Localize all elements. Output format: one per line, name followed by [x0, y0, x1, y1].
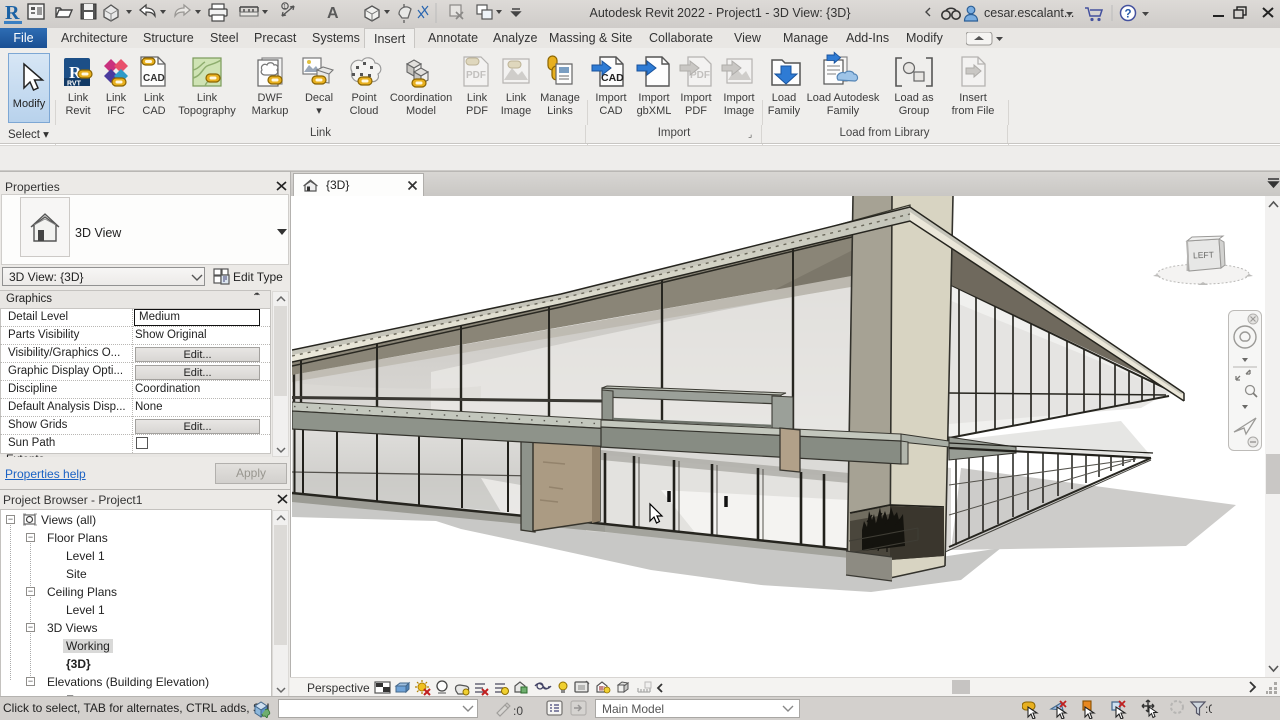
svg-text::0: :0: [513, 704, 523, 717]
svg-text:LEFT: LEFT: [1193, 250, 1214, 261]
svg-text:CAD: CAD: [601, 72, 624, 84]
svg-text:RVT: RVT: [67, 81, 82, 88]
svg-text::0: :0: [1205, 702, 1212, 716]
svg-text:cesar.escalant...: cesar.escalant...: [984, 6, 1074, 20]
svg-text:PDF: PDF: [466, 70, 486, 81]
svg-text:?: ?: [1125, 9, 1132, 21]
svg-text:R: R: [5, 2, 20, 24]
svg-text:CAD: CAD: [143, 73, 165, 84]
